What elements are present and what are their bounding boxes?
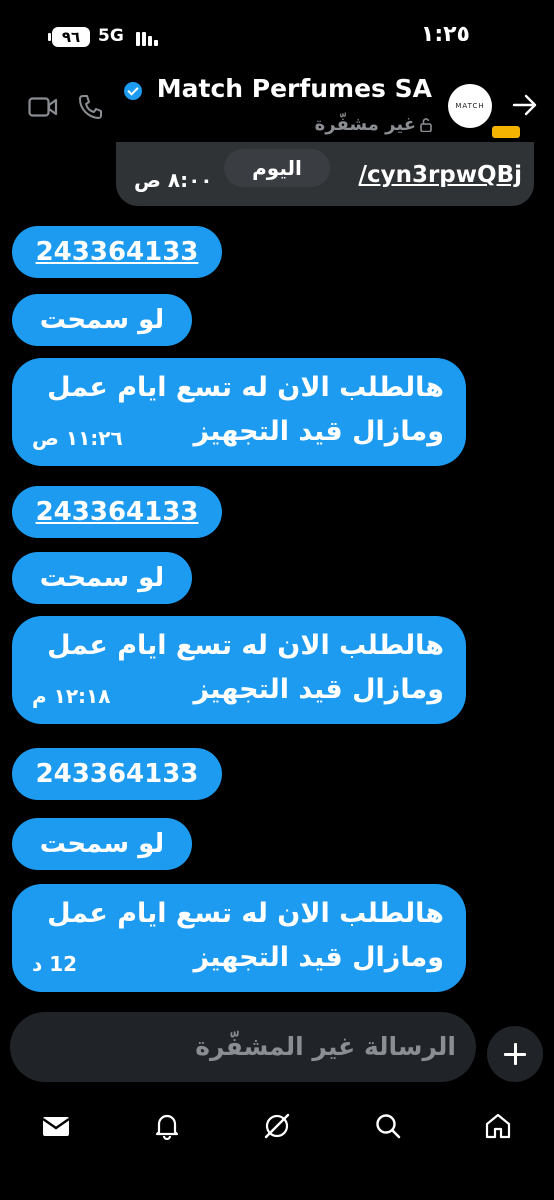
sent-message-order-number[interactable]: 243364133: [12, 748, 222, 800]
avatar[interactable]: MATCH: [448, 84, 492, 128]
emoji-icon: [492, 126, 520, 138]
message-input[interactable]: الرسالة غير المشفّرة: [195, 1012, 456, 1082]
bottom-navigation: [0, 1096, 554, 1200]
message-text-line: هالطلب الان له تسع ايام عمل: [47, 372, 444, 403]
message-text-line: هالطلب الان له تسع ايام عمل: [47, 630, 444, 661]
message-composer[interactable]: الرسالة غير المشفّرة: [10, 1012, 476, 1082]
contact-name[interactable]: Match Perfumes SA: [157, 74, 432, 103]
video-icon[interactable]: [28, 96, 58, 118]
message-text-line: ومازال قيد التجهيز: [193, 674, 444, 705]
sent-message-long[interactable]: هالطلب الان له تسع ايام عمل ومازال قيد ا…: [12, 358, 466, 466]
arrow-right-icon[interactable]: [510, 90, 540, 120]
sent-message-short[interactable]: لو سمحت: [12, 818, 192, 870]
message-text-line: ومازال قيد التجهيز: [193, 416, 444, 447]
mail-icon[interactable]: [42, 1112, 70, 1140]
order-number-text: 243364133: [35, 759, 199, 789]
encryption-status: غير مشفّرة: [315, 114, 432, 135]
message-time: ١٢:١٨ م: [32, 684, 111, 708]
day-separator: اليوم: [224, 149, 330, 187]
message-time: ٨:٠٠ ص: [134, 168, 213, 192]
message-time: 12 د: [32, 952, 78, 976]
message-link[interactable]: /cyn3rpwQBj: [359, 162, 522, 188]
phone-icon[interactable]: [78, 94, 102, 120]
network-type: 5G: [98, 26, 124, 46]
sent-message-order-number[interactable]: 243364133: [12, 486, 222, 538]
search-icon[interactable]: [374, 1112, 402, 1140]
encryption-label: غير مشفّرة: [314, 114, 416, 135]
status-bar: ٩٦ 5G ١:٢٥: [0, 0, 554, 70]
verified-badge-icon: [124, 82, 142, 100]
grok-icon[interactable]: [263, 1112, 291, 1140]
message-text-line: ومازال قيد التجهيز: [193, 942, 444, 973]
sent-message-long[interactable]: هالطلب الان له تسع ايام عمل ومازال قيد ا…: [12, 616, 466, 724]
sent-message-short[interactable]: لو سمحت: [12, 552, 192, 604]
sent-message-order-number[interactable]: 243364133: [12, 226, 222, 278]
battery-indicator: ٩٦: [48, 27, 90, 47]
sent-message-long[interactable]: هالطلب الان له تسع ايام عمل ومازال قيد ا…: [12, 884, 466, 992]
order-number-link[interactable]: 243364133: [36, 237, 199, 267]
sent-message-short[interactable]: لو سمحت: [12, 294, 192, 346]
message-time: ١١:٢٦ ص: [32, 426, 123, 450]
add-media-button[interactable]: [487, 1026, 543, 1082]
home-icon[interactable]: [484, 1112, 512, 1140]
status-time: ١:٢٥: [420, 22, 470, 47]
bell-icon[interactable]: [153, 1112, 181, 1140]
conversation-header: Match Perfumes SA غير مشفّرة MATCH: [0, 70, 554, 142]
order-number-link[interactable]: 243364133: [36, 497, 199, 527]
unlock-icon: [420, 118, 432, 132]
signal-icon: [136, 28, 162, 46]
message-text-line: هالطلب الان له تسع ايام عمل: [47, 898, 444, 929]
